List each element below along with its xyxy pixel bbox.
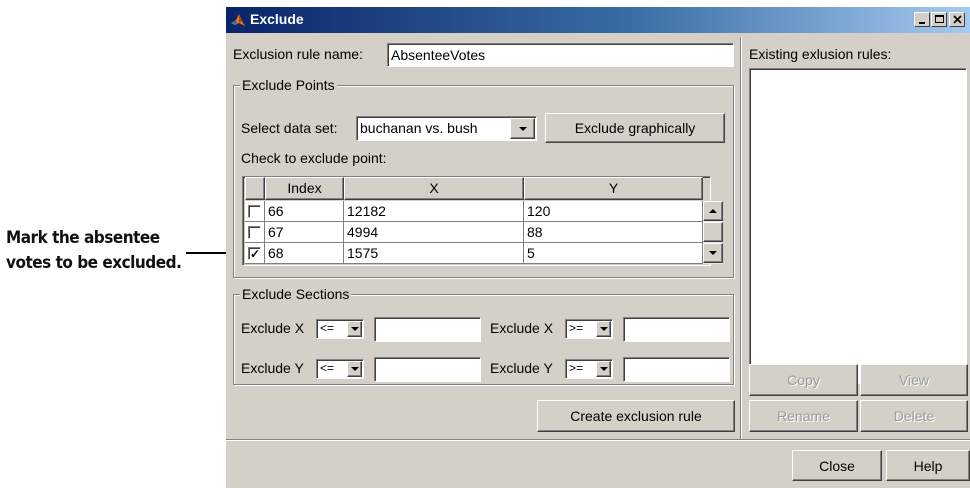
maximize-button[interactable] bbox=[931, 12, 947, 27]
help-label: Help bbox=[913, 457, 943, 474]
create-exclusion-rule-button[interactable]: Create exclusion rule bbox=[537, 400, 735, 432]
copy-label: Copy bbox=[787, 372, 820, 388]
exclude-graphically-label: Exclude graphically bbox=[574, 120, 696, 136]
operator-value: <= bbox=[320, 321, 335, 335]
annotation-line-1: Mark the absentee bbox=[6, 228, 160, 248]
exclude-x-low-label: Exclude X bbox=[241, 320, 305, 336]
exclude-y-high-label: Exclude Y bbox=[490, 360, 553, 376]
rule-name-input[interactable]: AbsenteeVotes bbox=[387, 43, 734, 67]
exclude-points-title: Exclude Points bbox=[240, 77, 337, 93]
operator-value: >= bbox=[569, 321, 584, 335]
operator-value: >= bbox=[569, 361, 584, 375]
scroll-up-button[interactable] bbox=[703, 201, 723, 221]
data-set-value: buchanan vs. bush bbox=[360, 120, 478, 136]
exclude-window: Exclude Exclusion rule name: AbsenteeVot… bbox=[226, 7, 970, 488]
footer-separator bbox=[226, 439, 970, 441]
delete-label: Delete bbox=[893, 408, 935, 424]
close-window-button[interactable] bbox=[949, 12, 965, 27]
copy-button[interactable]: Copy bbox=[749, 364, 858, 396]
exclude-sections-title: Exclude Sections bbox=[240, 286, 352, 302]
operator-value: <= bbox=[320, 361, 335, 375]
check-to-exclude-label: Check to exclude point: bbox=[241, 150, 387, 166]
cell-index: 67 bbox=[265, 222, 344, 243]
maximize-icon bbox=[935, 15, 944, 23]
points-table: Index X Y 66 12182 120 67 4994 88 68 157… bbox=[242, 176, 723, 266]
close-icon bbox=[953, 15, 962, 24]
exclude-x-low-operator-dropdown[interactable] bbox=[347, 321, 362, 337]
minimize-button[interactable] bbox=[914, 12, 930, 27]
exclude-checkbox[interactable] bbox=[248, 226, 261, 239]
exclude-x-high-label: Exclude X bbox=[490, 320, 554, 336]
column-header-index[interactable]: Index bbox=[265, 177, 344, 200]
exclude-y-low-input[interactable] bbox=[374, 357, 481, 382]
exclude-x-high-input[interactable] bbox=[623, 317, 730, 342]
existing-rules-label: Existing exlusion rules: bbox=[749, 46, 892, 62]
exclude-y-low-operator-dropdown[interactable] bbox=[347, 361, 362, 377]
scroll-thumb[interactable] bbox=[703, 222, 723, 242]
rename-label: Rename bbox=[777, 408, 830, 424]
data-set-dropdown-button[interactable] bbox=[510, 118, 535, 139]
window-title: Exclude bbox=[250, 11, 304, 27]
help-button[interactable]: Help bbox=[886, 450, 970, 481]
minimize-icon bbox=[919, 22, 925, 24]
cell-index: 68 bbox=[265, 243, 344, 264]
close-button[interactable]: Close bbox=[792, 450, 882, 481]
scroll-down-button[interactable] bbox=[703, 243, 723, 263]
cell-x: 4994 bbox=[344, 222, 524, 243]
close-label: Close bbox=[819, 457, 855, 474]
table-corner-header bbox=[245, 177, 265, 200]
row-check-cell bbox=[245, 243, 265, 264]
exclude-y-high-operator-dropdown[interactable] bbox=[596, 361, 611, 377]
cell-x: 1575 bbox=[344, 243, 524, 264]
cell-index: 66 bbox=[265, 201, 344, 222]
annotation-line-2: votes to be excluded. bbox=[6, 253, 182, 273]
delete-button[interactable]: Delete bbox=[860, 400, 968, 432]
matlab-icon bbox=[231, 14, 245, 26]
chevron-down-icon bbox=[350, 367, 359, 371]
exclude-x-high-operator-dropdown[interactable] bbox=[596, 321, 611, 337]
cell-x: 12182 bbox=[344, 201, 524, 222]
cell-y: 5 bbox=[524, 243, 703, 264]
cell-y: 88 bbox=[524, 222, 703, 243]
view-button[interactable]: View bbox=[860, 364, 968, 396]
chevron-down-icon bbox=[350, 327, 359, 331]
row-check-cell bbox=[245, 222, 265, 243]
column-header-x[interactable]: X bbox=[344, 177, 524, 200]
cell-y: 120 bbox=[524, 201, 703, 222]
chevron-down-icon bbox=[599, 327, 608, 331]
chevron-down-icon bbox=[599, 367, 608, 371]
arrow-down-icon bbox=[709, 251, 717, 255]
title-bar[interactable]: Exclude bbox=[226, 7, 970, 33]
exclude-checkbox[interactable] bbox=[248, 205, 261, 218]
panel-divider bbox=[740, 37, 742, 439]
annotation-callout: Mark the absentee votes to be excluded. bbox=[6, 226, 196, 276]
view-label: View bbox=[898, 372, 930, 388]
select-data-set-label: Select data set: bbox=[241, 120, 338, 136]
rename-button[interactable]: Rename bbox=[749, 400, 858, 432]
existing-rules-list[interactable] bbox=[749, 68, 967, 384]
rule-name-label: Exclusion rule name: bbox=[233, 46, 363, 62]
table-vertical-scrollbar[interactable] bbox=[703, 201, 723, 264]
exclude-x-low-input[interactable] bbox=[374, 317, 481, 342]
exclude-graphically-button[interactable]: Exclude graphically bbox=[545, 113, 725, 143]
exclude-checkbox-checked[interactable] bbox=[248, 244, 261, 263]
arrow-up-icon bbox=[709, 209, 717, 213]
row-check-cell bbox=[245, 201, 265, 222]
exclude-y-high-input[interactable] bbox=[623, 357, 730, 382]
exclude-y-low-label: Exclude Y bbox=[241, 360, 304, 376]
column-header-y[interactable]: Y bbox=[524, 177, 703, 200]
chevron-down-icon bbox=[518, 126, 527, 131]
create-exclusion-rule-label: Create exclusion rule bbox=[570, 408, 702, 424]
